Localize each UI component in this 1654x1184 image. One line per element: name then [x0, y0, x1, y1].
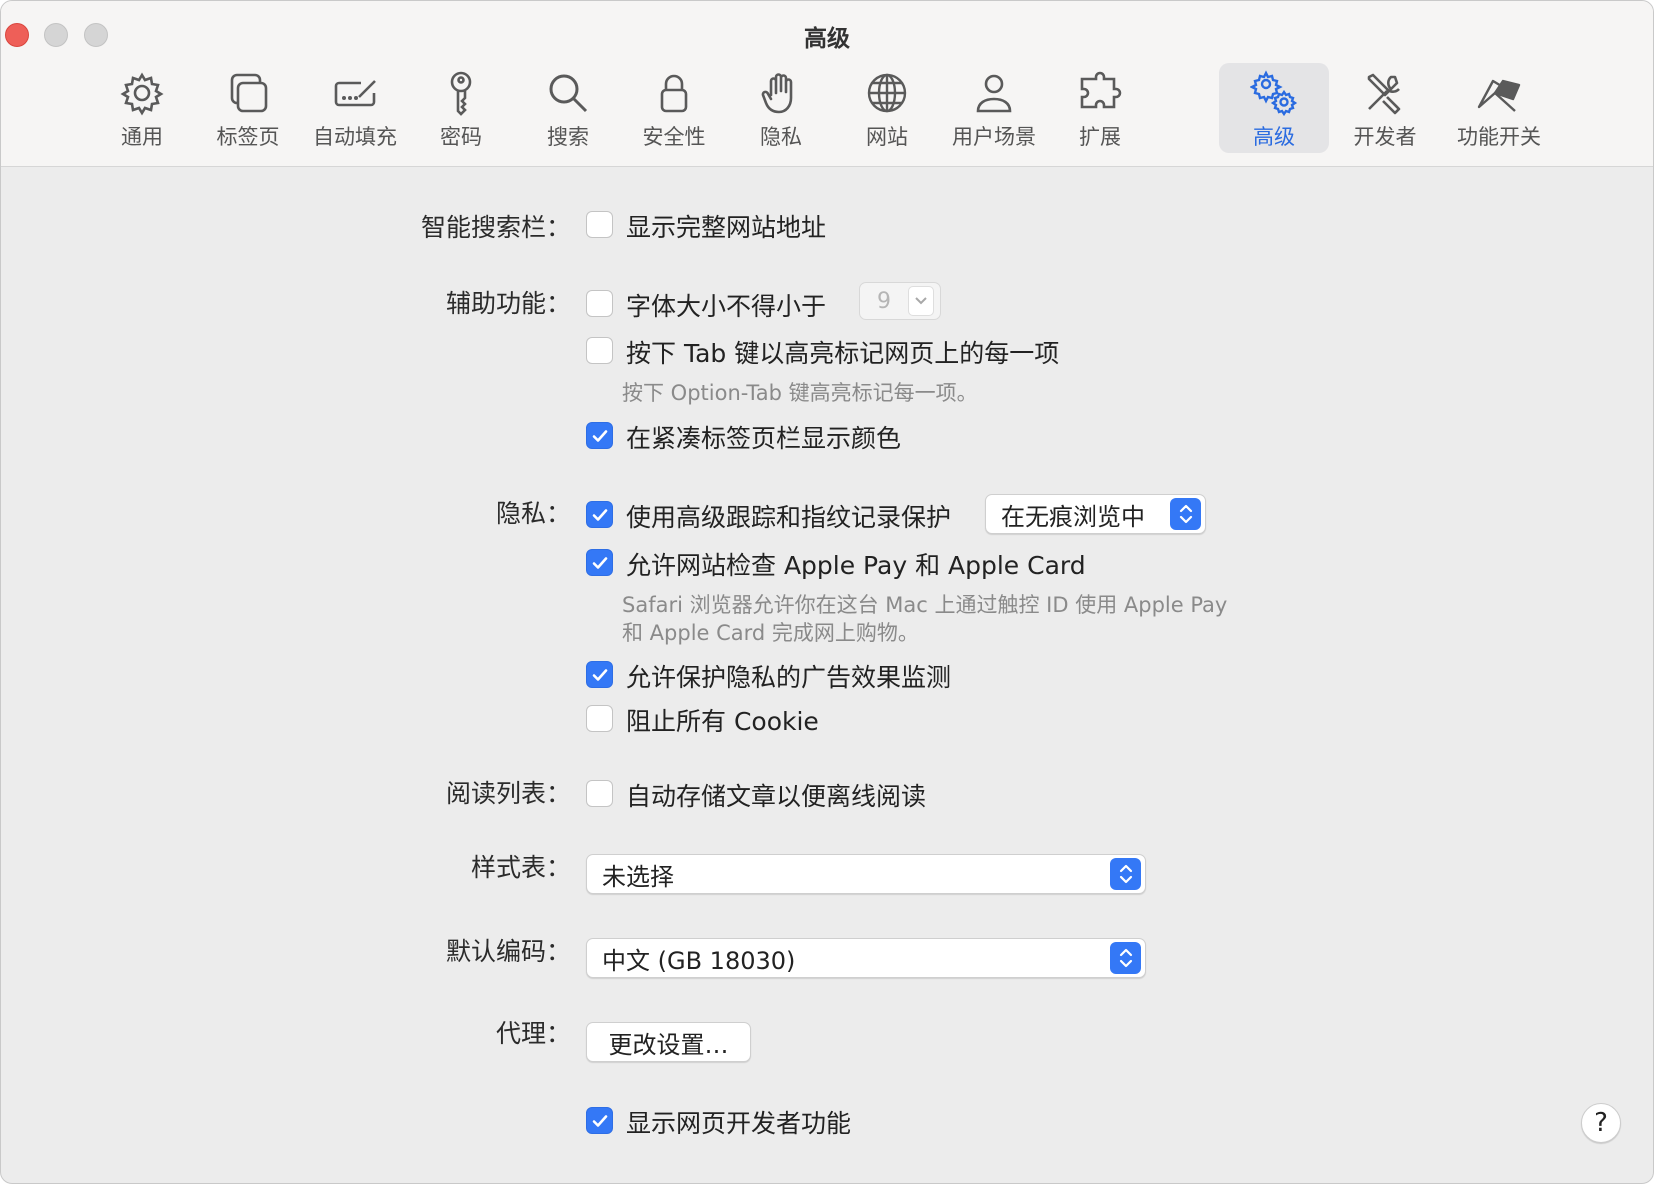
gear-icon: [116, 67, 168, 119]
puzzle-icon: [1074, 67, 1126, 119]
updown-chevron-icon: [1110, 942, 1141, 974]
save-offline-label[interactable]: 自动存储文章以便离线阅读: [626, 777, 926, 813]
apple-pay-label[interactable]: 允许网站检查 Apple Pay 和 Apple Card: [626, 546, 1086, 582]
tab-profiles[interactable]: 用户场景: [940, 63, 1048, 153]
checkmark-icon: [592, 668, 607, 681]
tab-autofill-label: 自动填充: [313, 125, 397, 149]
block-cookies-checkbox[interactable]: [586, 705, 613, 732]
change-proxy-settings-button[interactable]: 更改设置…: [586, 1022, 751, 1062]
encoding-popup[interactable]: 中文 (GB 18030): [586, 938, 1146, 978]
autofill-icon: [329, 67, 381, 119]
min-font-size-value: 9: [877, 288, 891, 314]
checkmark-icon: [592, 1114, 607, 1127]
save-offline-checkbox[interactable]: [586, 780, 613, 807]
tools-icon: [1359, 67, 1411, 119]
help-button[interactable]: ?: [1581, 1103, 1621, 1143]
checkmark-icon: [592, 429, 607, 442]
tab-extensions-label: 扩展: [1079, 125, 1121, 149]
advanced-tracking-label[interactable]: 使用高级跟踪和指纹记录保护: [626, 498, 951, 534]
min-font-size-label[interactable]: 字体大小不得小于: [626, 287, 826, 323]
tab-developer[interactable]: 开发者: [1331, 63, 1439, 153]
tab-search[interactable]: 搜索: [514, 63, 622, 153]
proxies-label: 代理：: [495, 1019, 571, 1048]
stylesheet-label: 样式表：: [470, 853, 571, 882]
block-cookies-label[interactable]: 阻止所有 Cookie: [626, 702, 819, 738]
compact-tab-color-checkbox[interactable]: [586, 422, 613, 449]
stylesheet-popup[interactable]: 未选择: [586, 854, 1146, 894]
smart-search-label: 智能搜索栏：: [420, 213, 571, 242]
tracking-mode-popup[interactable]: 在无痕浏览中: [985, 494, 1206, 534]
reading-list-label: 阅读列表：: [445, 779, 571, 808]
ad-measurement-checkbox[interactable]: [586, 661, 613, 688]
tab-privacy[interactable]: 隐私: [727, 63, 835, 153]
tab-autofill[interactable]: 自动填充: [301, 63, 409, 153]
tab-privacy-label: 隐私: [760, 125, 802, 149]
titlebar: 高级 通用 标签页 自动填充 密码 搜索 安全性 隐私 网站 用户场景 扩展 高…: [1, 1, 1653, 167]
tab-feature-flags-label: 功能开关: [1457, 125, 1541, 149]
updown-chevron-icon: [1110, 858, 1141, 890]
tab-search-label: 搜索: [547, 125, 589, 149]
checkmark-icon: [592, 556, 607, 569]
tab-extensions[interactable]: 扩展: [1046, 63, 1154, 153]
tab-highlight-note: 按下 Option-Tab 键高亮标记每一项。: [622, 381, 978, 405]
tab-tabs-label: 标签页: [216, 125, 280, 149]
tab-developer-label: 开发者: [1353, 125, 1417, 149]
person-icon: [968, 67, 1020, 119]
tab-passwords-label: 密码: [440, 125, 482, 149]
key-icon: [435, 67, 487, 119]
tab-advanced[interactable]: 高级: [1219, 63, 1329, 153]
tab-websites[interactable]: 网站: [833, 63, 941, 153]
tab-profiles-label: 用户场景: [952, 125, 1036, 149]
show-full-address-label[interactable]: 显示完整网站地址: [626, 208, 826, 244]
tab-advanced-label: 高级: [1253, 125, 1295, 149]
tracking-mode-value: 在无痕浏览中: [1001, 502, 1145, 531]
tab-security[interactable]: 安全性: [620, 63, 728, 153]
tab-general[interactable]: 通用: [88, 63, 196, 153]
search-icon: [542, 67, 594, 119]
tabs-icon: [222, 67, 274, 119]
apple-pay-note-line2: 和 Apple Card 完成网上购物。: [622, 621, 919, 645]
updown-chevron-icon: [1170, 498, 1201, 530]
tab-tabs[interactable]: 标签页: [194, 63, 302, 153]
show-developer-features-checkbox[interactable]: [586, 1107, 613, 1134]
tab-highlight-checkbox[interactable]: [586, 337, 613, 364]
tab-highlight-label[interactable]: 按下 Tab 键以高亮标记网页上的每一项: [626, 334, 1059, 370]
advanced-tracking-checkbox[interactable]: [586, 501, 613, 528]
checkmark-icon: [592, 508, 607, 521]
apple-pay-note-line1: Safari 浏览器允许你在这台 Mac 上通过触控 ID 使用 Apple P…: [622, 593, 1228, 617]
tab-security-label: 安全性: [642, 125, 706, 149]
tab-feature-flags[interactable]: 功能开关: [1444, 63, 1554, 153]
tab-passwords[interactable]: 密码: [407, 63, 515, 153]
window-title: 高级: [804, 26, 850, 52]
apple-pay-checkbox[interactable]: [586, 549, 613, 576]
lock-icon: [648, 67, 700, 119]
safari-settings-window: 高级 通用 标签页 自动填充 密码 搜索 安全性 隐私 网站 用户场景 扩展 高…: [0, 0, 1654, 1184]
encoding-value: 中文 (GB 18030): [602, 946, 796, 975]
compact-tab-color-label[interactable]: 在紧凑标签页栏显示颜色: [626, 419, 901, 455]
min-font-size-checkbox[interactable]: [586, 290, 613, 317]
tab-general-label: 通用: [121, 125, 163, 149]
stylesheet-value: 未选择: [602, 862, 674, 891]
privacy-label: 隐私：: [495, 499, 571, 528]
globe-icon: [861, 67, 913, 119]
min-font-size-select[interactable]: 9: [859, 282, 941, 320]
flags-icon: [1473, 67, 1525, 119]
tab-websites-label: 网站: [866, 125, 908, 149]
advanced-settings-pane: 智能搜索栏： 显示完整网站地址 辅助功能： 字体大小不得小于 9 按下 Tab …: [1, 168, 1653, 1183]
accessibility-label: 辅助功能：: [445, 289, 571, 318]
encoding-label: 默认编码：: [445, 937, 571, 966]
hand-icon: [755, 67, 807, 119]
show-developer-features-label[interactable]: 显示网页开发者功能: [626, 1104, 851, 1140]
gears-icon: [1248, 67, 1300, 119]
ad-measurement-label[interactable]: 允许保护隐私的广告效果监测: [626, 658, 951, 694]
chevron-down-icon: [908, 286, 934, 316]
show-full-address-checkbox[interactable]: [586, 211, 613, 238]
